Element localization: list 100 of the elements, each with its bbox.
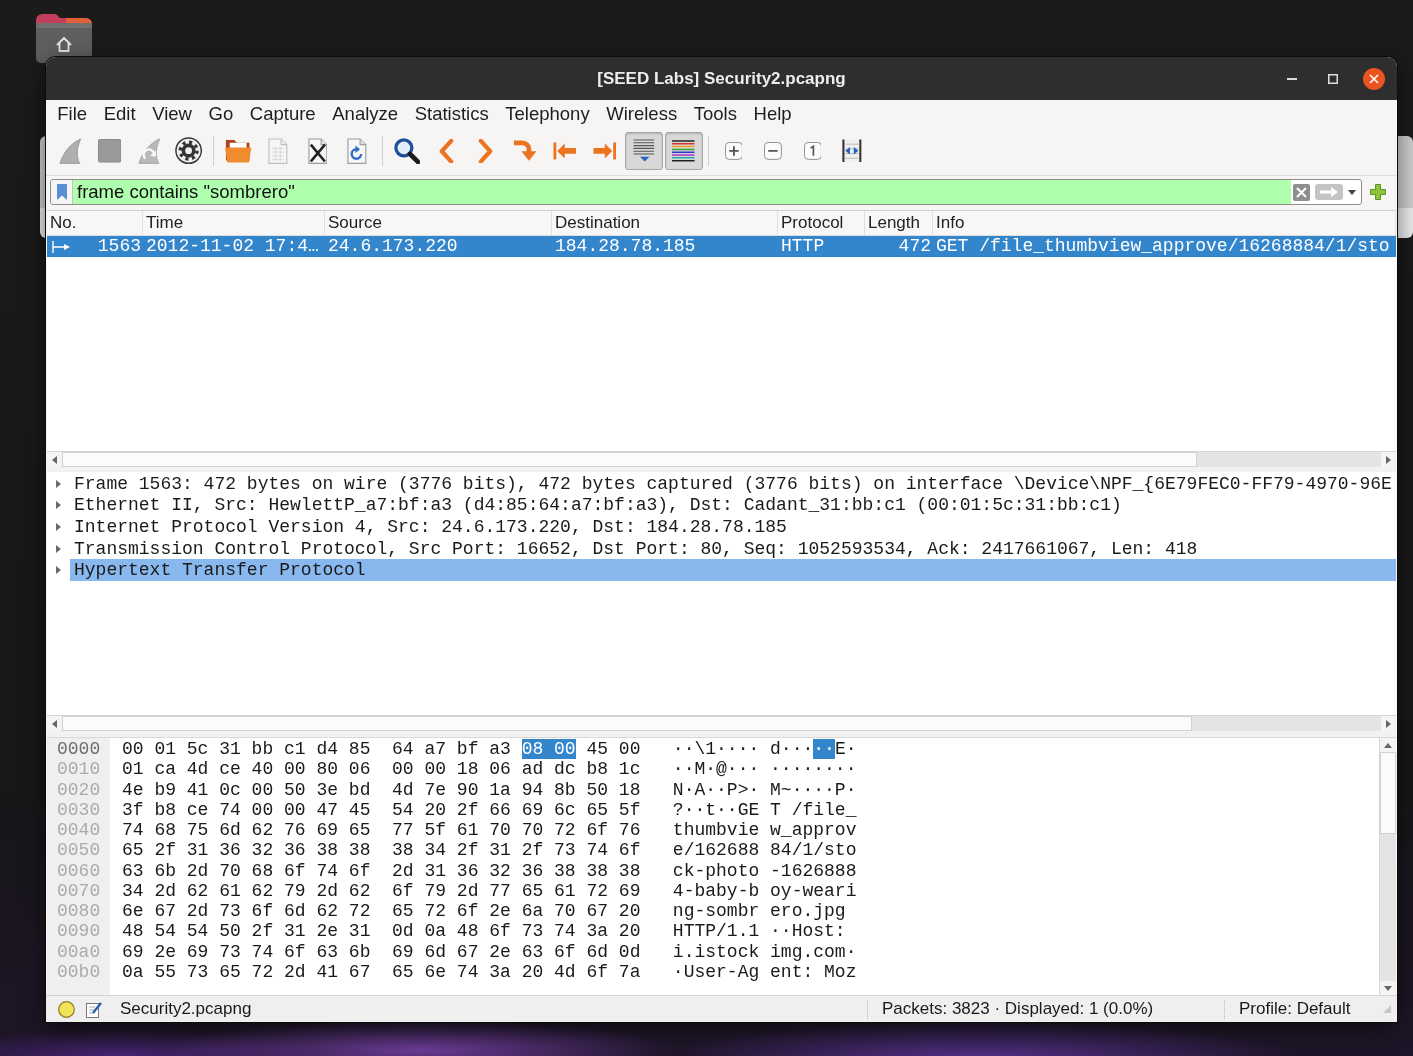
menu-item[interactable]: Tools xyxy=(685,101,746,126)
hex-bytes: 63 6b 2d 70 68 6f 74 6f xyxy=(122,860,371,881)
menu-item[interactable]: Analyze xyxy=(323,101,407,126)
menu-item[interactable]: Statistics xyxy=(406,101,497,126)
resize-grip-icon[interactable] xyxy=(1382,1004,1392,1014)
tree-item[interactable]: Internet Protocol Version 4, Src: 24.6.173.220, Dst: 184.28.78.185 xyxy=(70,516,787,538)
hex-bytes: 00 00 18 06 ad dc b8 1c xyxy=(392,759,641,780)
column-header[interactable]: Length xyxy=(865,211,933,235)
ascii-text: ?··t··GE xyxy=(672,799,760,820)
menu-item[interactable]: File xyxy=(49,101,96,126)
hex-bytes: 74 68 75 6d 62 76 69 65 xyxy=(122,820,371,841)
colorize-button[interactable] xyxy=(664,132,703,170)
tree-item[interactable]: Ethernet II, Src: HewlettP_a7:bf:a3 (d4:85:64:a7:bf:a3), Dst: Cadant_31:bb:c1 (00:01:5c:31:bb:c1) xyxy=(70,494,1122,517)
profile-name[interactable]: Profile: Default xyxy=(1239,999,1351,1019)
packet-cell-text: GET /file_thumbview_approve/16268884/1/sto xyxy=(935,236,1391,257)
close-button[interactable] xyxy=(1362,66,1386,91)
ascii-text: HTTP/1.1 xyxy=(672,921,760,942)
window-title: [SEED Labs] Security2.pcapng xyxy=(597,68,846,89)
hex-bytes: 45 00 xyxy=(586,739,641,760)
bookmark-button[interactable] xyxy=(51,180,73,204)
search-icon xyxy=(393,137,421,165)
expander-triangle-icon[interactable] xyxy=(56,501,61,510)
horizontal-scrollbar[interactable] xyxy=(47,451,1396,467)
scroll-up-icon[interactable] xyxy=(1384,742,1392,748)
column-header[interactable]: No. xyxy=(47,211,143,235)
filter-history-dropdown[interactable] xyxy=(1348,189,1356,195)
hex-bytes: 65 72 6f 2e 6a 70 67 20 xyxy=(392,901,641,922)
expander-triangle-icon[interactable] xyxy=(56,566,61,575)
expander-triangle-icon[interactable] xyxy=(56,544,61,553)
column-header[interactable]: Protocol xyxy=(778,211,865,235)
zoom-in-icon xyxy=(724,142,743,160)
hex-bytes: 00 01 5c 31 bb c1 d4 85 xyxy=(122,739,371,760)
scrollbar-thumb[interactable] xyxy=(62,716,1192,731)
tree-item[interactable]: Transmission Control Protocol, Src Port: 16652, Dst Port: 80, Seq: 1052593534, Ack: 2417661067, Len: 418 xyxy=(70,537,1198,560)
zoom-reset-icon xyxy=(803,142,822,160)
menu-item[interactable]: View xyxy=(143,101,201,126)
byte-offset: 0010 xyxy=(57,759,102,780)
packet-cell: 1563 xyxy=(97,236,141,257)
packet-count: Packets: 3823 · Displayed: 1 (0.0%) xyxy=(882,999,1154,1019)
column-header[interactable]: Time xyxy=(143,211,325,235)
scroll-down-icon[interactable] xyxy=(1384,985,1392,991)
scrollbar-thumb[interactable] xyxy=(62,452,1197,467)
scroll-left-icon[interactable] xyxy=(52,455,57,464)
packet-cell-text: 24.6.173.220 xyxy=(327,236,459,257)
expander-triangle-icon[interactable] xyxy=(56,523,61,531)
comment-icon[interactable] xyxy=(86,1000,102,1018)
expander-triangle-icon[interactable] xyxy=(56,479,61,488)
curved-arrow-icon xyxy=(513,140,538,162)
ascii-text: i.istock xyxy=(672,941,760,962)
ascii-text: img.com· xyxy=(770,941,857,962)
column-header[interactable]: Source xyxy=(325,211,552,235)
byte-offset: 00b0 xyxy=(57,961,102,982)
ascii-text: N·A··P>· xyxy=(672,779,760,800)
menu-item[interactable]: Help xyxy=(745,101,800,126)
ascii-text: 4-baby-b xyxy=(672,880,760,901)
tree-item[interactable]: Frame 1563: 472 bytes on wire (3776 bits), 472 bytes captured (3776 bits) on interface \Device\NPF_{6E79FEC0-FF79-4970-96E xyxy=(70,473,1392,495)
ascii-text: oy-weari xyxy=(770,880,857,901)
hex-bytes: 2d 31 36 32 36 38 38 38 xyxy=(392,860,641,881)
menu-item[interactable]: Telephony xyxy=(497,101,598,126)
ascii-text: ng-sombr xyxy=(672,901,760,922)
expert-info-icon[interactable] xyxy=(58,1000,75,1018)
scroll-right-icon[interactable] xyxy=(1386,455,1391,464)
hex-bytes: 77 5f 61 70 70 72 6f 76 xyxy=(392,820,641,841)
clear-icon xyxy=(1293,183,1310,201)
scrollbar-thumb[interactable] xyxy=(1380,752,1396,834)
menu-item[interactable]: Go xyxy=(200,101,242,126)
vertical-scrollbar[interactable] xyxy=(1379,738,1396,995)
byte-offset: 0080 xyxy=(57,901,102,922)
clear-filter-button[interactable] xyxy=(1293,183,1310,201)
maximize-icon xyxy=(1328,73,1338,84)
scroll-right-icon[interactable] xyxy=(1386,719,1391,728)
ascii-text: d··· xyxy=(770,739,814,760)
ascii-text: ··Host: xyxy=(770,921,846,942)
horizontal-scrollbar[interactable] xyxy=(47,715,1396,731)
menu-item[interactable]: Wireless xyxy=(597,101,686,126)
ascii-text: thumbvie xyxy=(672,820,760,841)
ascii-text: ··M·@··· xyxy=(672,759,760,780)
hex-bytes: 4e b9 41 0c 00 50 3e bd xyxy=(122,779,371,800)
hex-bytes: 3f b8 ce 74 00 00 47 45 xyxy=(122,799,371,820)
ascii-text: E· xyxy=(834,739,857,760)
menu-item[interactable]: Capture xyxy=(241,101,324,126)
column-header[interactable]: Info xyxy=(933,211,1396,235)
byte-offset: 0050 xyxy=(57,840,102,861)
byte-offset: 0020 xyxy=(57,779,102,800)
packet-cell-text: HTTP xyxy=(780,236,826,257)
ascii-text: ero.jpg xyxy=(770,901,846,922)
scroll-left-icon[interactable] xyxy=(52,719,57,728)
byte-offset: 0000 xyxy=(57,739,102,760)
column-header[interactable]: Destination xyxy=(552,211,778,235)
tree-item[interactable]: Hypertext Transfer Protocol xyxy=(70,559,1396,581)
packet-cell-text: 2012-11-02 17:4… xyxy=(145,236,320,257)
menu-item[interactable]: Edit xyxy=(95,101,144,126)
ascii-text: ent: Moz xyxy=(770,961,857,982)
hex-bytes: 48 54 54 50 2f 31 2e 31 xyxy=(122,921,371,942)
auto-scroll-button[interactable] xyxy=(625,132,663,170)
arrow-right-icon xyxy=(1315,184,1343,200)
add-filter-button[interactable] xyxy=(1370,184,1386,200)
shark-fin-icon xyxy=(58,137,82,165)
packet-row[interactable]: 1563 2012-11-02 17:4… 24.6.173.220 184.28.78.185 HTTP 472 GET /file_thumbview_approve/16268884/1/sto xyxy=(47,236,1396,257)
lines-down-arrow-icon xyxy=(633,139,655,163)
